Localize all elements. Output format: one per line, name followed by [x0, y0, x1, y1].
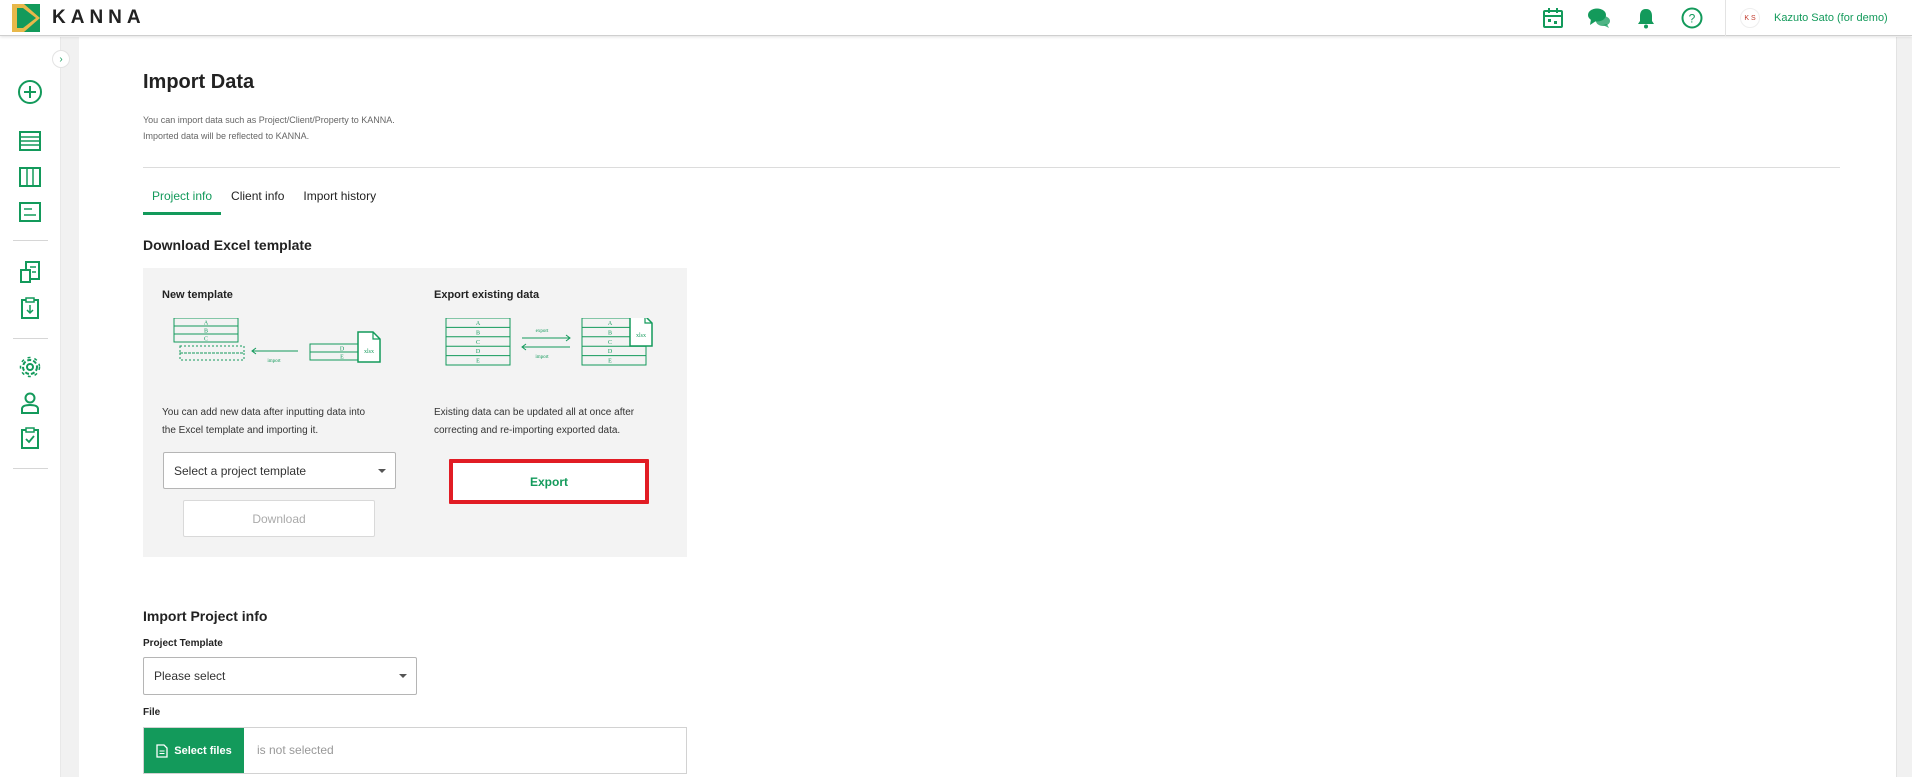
divider — [143, 167, 1840, 168]
clipboard-download-icon[interactable] — [16, 294, 44, 322]
list-icon[interactable] — [16, 127, 44, 155]
file-icon — [156, 743, 168, 758]
chevron-down-icon — [399, 674, 407, 678]
avatar: K S — [1740, 8, 1760, 28]
description-line: Existing data can be updated all at once… — [434, 407, 635, 418]
illus-file-ext: xlsx — [636, 333, 646, 339]
new-template-card: New template A B C import D E xlsx You c… — [162, 268, 407, 557]
select-files-label: Select files — [174, 744, 232, 757]
export-existing-card: Export existing data A B C D E export im… — [434, 268, 679, 557]
illus-row-label: D — [608, 349, 613, 355]
illus-row-label: C — [204, 337, 208, 343]
user-menu[interactable]: K S Kazuto Sato (for demo) — [1740, 8, 1888, 28]
content-gutter-left — [61, 37, 79, 777]
illus-row-label: A — [608, 321, 613, 327]
description-line: You can add new data after inputting dat… — [162, 407, 366, 418]
select-value: Select a project template — [174, 463, 307, 478]
header-divider — [1725, 0, 1726, 36]
download-section-title: Download Excel template — [143, 237, 312, 253]
sidebar-divider — [13, 240, 48, 241]
description-line: Imported data will be reflected to KANNA… — [143, 131, 310, 141]
scrollbar[interactable] — [1896, 37, 1912, 777]
description-line: the Excel template and importing it. — [162, 425, 319, 436]
sidebar-collapse-button[interactable]: › — [52, 50, 70, 68]
bell-icon[interactable] — [1633, 5, 1659, 31]
brand-name: KANNA — [52, 7, 146, 28]
tab-bar: Project info Client info Import history — [143, 189, 386, 215]
illus-row-label: B — [476, 330, 480, 336]
new-template-illustration: A B C import D E xlsx — [162, 317, 392, 383]
user-name: Kazuto Sato (for demo) — [1774, 12, 1888, 24]
export-button[interactable]: Export — [449, 459, 649, 504]
page-title: Import Data — [143, 71, 255, 93]
project-template-select[interactable]: Select a project template — [163, 452, 396, 489]
logo-mark-icon — [12, 4, 40, 32]
calendar-icon[interactable] — [1540, 5, 1566, 31]
illus-row-label: C — [476, 340, 480, 346]
illus-row-label: A — [476, 321, 481, 327]
project-template-label: Project Template — [143, 638, 223, 649]
illus-export-label: export — [536, 329, 549, 334]
file-picker: Select files is not selected — [143, 727, 687, 774]
tab-import-history[interactable]: Import history — [294, 189, 385, 215]
illus-row-label: E — [476, 359, 480, 365]
board-icon[interactable] — [16, 198, 44, 226]
chevron-down-icon — [378, 468, 386, 473]
description-line: correcting and re-importing exported dat… — [434, 425, 621, 436]
template-panel: New template A B C import D E xlsx You c… — [143, 268, 687, 557]
illus-row-label: B — [608, 330, 612, 336]
import-template-select[interactable]: Please select — [143, 657, 417, 695]
file-status: is not selected — [257, 743, 334, 757]
tab-client-info[interactable]: Client info — [222, 189, 293, 215]
illus-arrow-label: import — [267, 359, 281, 364]
export-existing-illustration: A B C D E export import A B C D E xlsx — [434, 315, 664, 383]
illus-row-label: B — [204, 329, 208, 335]
settings-icon[interactable] — [16, 353, 44, 381]
select-value: Please select — [154, 669, 226, 683]
add-circle-icon[interactable] — [16, 78, 44, 106]
top-header: KANNA ? K S Kazuto Sato (for demo) — [0, 0, 1912, 36]
clipboard-check-icon[interactable] — [16, 424, 44, 452]
illus-row-label: D — [476, 349, 481, 355]
documents-icon[interactable] — [16, 258, 44, 286]
sidebar-divider — [13, 468, 48, 469]
illus-row-label: C — [608, 340, 612, 346]
select-files-button[interactable]: Select files — [144, 728, 244, 773]
illus-file-ext: xlsx — [364, 349, 374, 355]
columns-icon[interactable] — [16, 163, 44, 191]
illus-row-label: D — [340, 347, 345, 353]
help-icon[interactable]: ? — [1679, 5, 1705, 31]
illus-row-label: E — [340, 355, 344, 361]
page-description: You can import data such as Project/Clie… — [143, 112, 395, 144]
file-label: File — [143, 707, 161, 718]
export-existing-title: Export existing data — [434, 289, 540, 301]
export-existing-description: Existing data can be updated all at once… — [434, 404, 679, 440]
main-content: Import Data You can import data such as … — [79, 37, 1896, 777]
new-template-title: New template — [162, 289, 233, 301]
description-line: You can import data such as Project/Clie… — [143, 115, 395, 125]
illus-import-label: import — [535, 355, 549, 360]
tab-project-info[interactable]: Project info — [143, 189, 222, 215]
download-button[interactable]: Download — [183, 500, 375, 537]
kanna-logo[interactable]: KANNA — [12, 4, 146, 32]
import-section-title: Import Project info — [143, 608, 268, 624]
user-icon[interactable] — [16, 389, 44, 417]
illus-row-label: A — [204, 321, 209, 327]
sidebar — [0, 37, 61, 777]
sidebar-divider — [13, 338, 48, 339]
chat-icon[interactable] — [1586, 5, 1612, 31]
illus-row-label: E — [608, 359, 612, 365]
new-template-description: You can add new data after inputting dat… — [162, 404, 407, 440]
svg-text:?: ? — [1689, 12, 1696, 26]
